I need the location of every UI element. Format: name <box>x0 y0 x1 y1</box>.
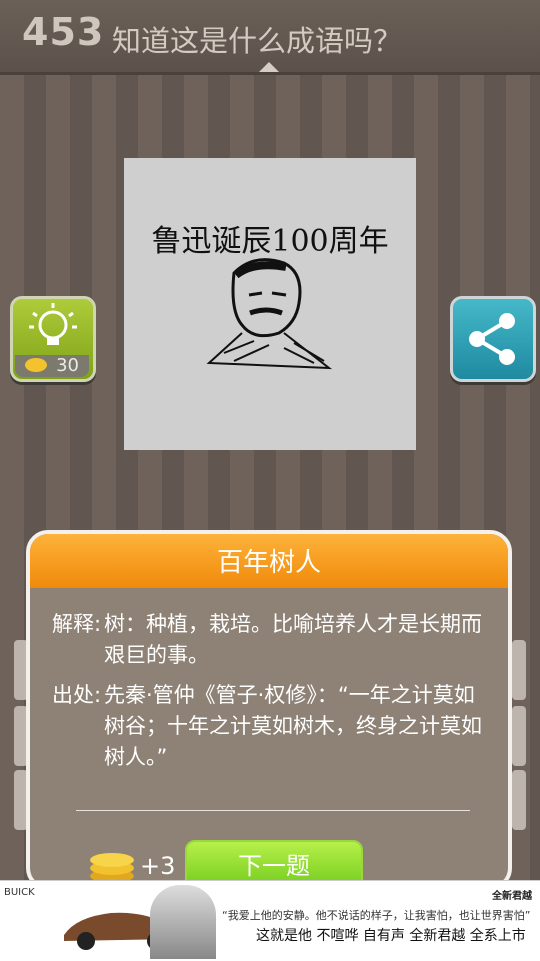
reward-amount: +3 <box>140 852 176 880</box>
puzzle-image: 鲁迅诞辰100周年 <box>124 158 416 450</box>
ad-quote: “我爱上他的安静。他不说话的样子，让我害怕，也让世界害怕” <box>222 909 531 922</box>
share-icon <box>469 313 515 365</box>
ad-logo: BUICK <box>4 887 35 898</box>
source-label: 出处: <box>52 683 102 707</box>
hint-cost-bar: 30 <box>15 355 89 377</box>
header-notch <box>259 62 279 72</box>
answer-title: 百年树人 <box>30 534 508 588</box>
explanation-text: 树：种植，栽培。比喻培养人才是长期而艰巨的事。 <box>104 612 482 667</box>
hint-button[interactable]: 30 <box>10 296 96 382</box>
source-row: 出处: 先秦·管仲《管子·权修》：“一年之计莫如树谷；十年之计莫如树木，终身之计… <box>52 680 492 773</box>
letter-slot <box>512 640 526 700</box>
level-number: 453 <box>22 10 105 54</box>
question-text: 知道这是什么成语吗？ <box>112 24 403 58</box>
share-button[interactable] <box>450 296 536 382</box>
letter-slot <box>512 770 526 830</box>
ad-brand: 全新君越 <box>492 891 532 902</box>
explanation-row: 解释: 树：种植，栽培。比喻培养人才是长期而艰巨的事。 <box>52 609 492 671</box>
portrait-sketch-icon <box>206 258 333 370</box>
source-text: 先秦·管仲《管子·权修》：“一年之计莫如树谷；十年之计莫如树木，终身之计莫如树人… <box>104 683 482 769</box>
letter-slot <box>512 706 526 766</box>
top-bar: 453 知道这是什么成语吗？ <box>0 0 540 75</box>
ad-tagline: 这就是他 不喧哗 自有声 全新君越 全系上市 <box>256 928 526 944</box>
coin-stack-icon <box>90 853 134 883</box>
explanation-label: 解释: <box>52 612 102 636</box>
divider <box>76 810 470 811</box>
answer-card: 百年树人 解释: 树：种植，栽培。比喻培养人才是长期而艰巨的事。 出处: 先秦·… <box>26 530 512 890</box>
hint-cost: 30 <box>56 355 79 376</box>
ad-banner[interactable]: BUICK 全新君越 “我爱上他的安静。他不说话的样子，让我害怕，也让世界害怕”… <box>0 880 540 961</box>
ad-model-photo <box>150 885 216 959</box>
coin-icon <box>25 358 47 372</box>
lightbulb-icon <box>29 303 77 345</box>
